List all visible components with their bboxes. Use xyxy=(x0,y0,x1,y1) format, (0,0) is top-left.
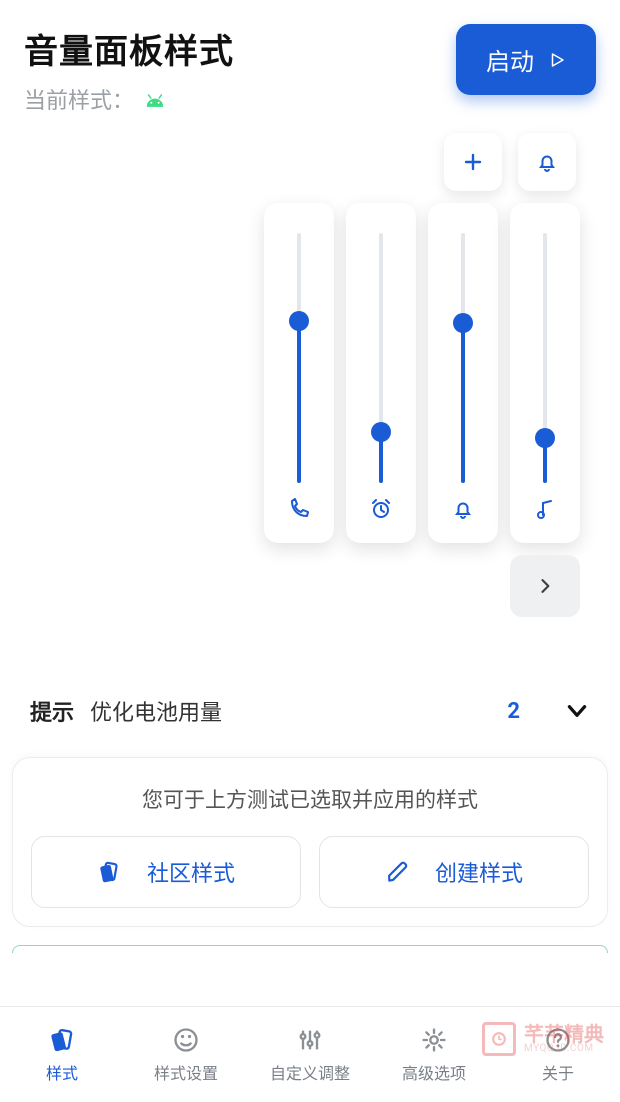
create-style-label: 创建样式 xyxy=(435,856,523,888)
add-button[interactable] xyxy=(444,133,502,191)
ringer-button[interactable] xyxy=(518,133,576,191)
community-styles-label: 社区样式 xyxy=(147,856,235,888)
nav-item-help[interactable]: 关于 xyxy=(496,1007,620,1102)
volume-slider[interactable] xyxy=(510,203,580,543)
volume-slider[interactable] xyxy=(264,203,334,543)
tip-row[interactable]: 提示 优化电池用量 2 xyxy=(0,663,620,749)
tip-count-badge: 2 xyxy=(507,699,520,724)
tip-text: 优化电池用量 xyxy=(90,695,491,727)
nav-item-gear[interactable]: 高级选项 xyxy=(372,1007,496,1102)
nav-label: 样式 xyxy=(46,1060,78,1084)
volume-slider[interactable] xyxy=(428,203,498,543)
bell-icon xyxy=(535,150,559,174)
help-icon xyxy=(544,1026,572,1054)
nav-label: 样式设置 xyxy=(154,1060,218,1084)
current-style-label: 当前样式： xyxy=(24,83,134,115)
community-styles-button[interactable]: 社区样式 xyxy=(31,836,301,908)
palette-icon xyxy=(172,1026,200,1054)
next-card-preview xyxy=(12,945,608,953)
android-icon xyxy=(144,92,166,106)
phone-icon xyxy=(287,491,311,527)
cards-icon xyxy=(97,859,123,885)
page-title: 音量面板样式 xyxy=(24,24,456,73)
launch-button[interactable]: 启动 xyxy=(456,24,596,95)
card-message: 您可于上方测试已选取并应用的样式 xyxy=(31,784,589,814)
nav-label: 高级选项 xyxy=(402,1060,466,1084)
chevron-down-icon xyxy=(564,698,590,724)
expand-button[interactable] xyxy=(510,555,580,617)
nav-item-sliders[interactable]: 自定义调整 xyxy=(248,1007,372,1102)
nav-label: 自定义调整 xyxy=(270,1060,350,1084)
volume-slider[interactable] xyxy=(346,203,416,543)
bottom-nav: 样式 样式设置 自定义调整 高级选项 关于 xyxy=(0,1006,620,1102)
chevron-right-icon xyxy=(535,576,555,596)
alarm-icon xyxy=(369,491,393,527)
styles-icon xyxy=(48,1026,76,1054)
nav-item-styles[interactable]: 样式 xyxy=(0,1007,124,1102)
nav-label: 关于 xyxy=(542,1060,574,1084)
pencil-icon xyxy=(385,859,411,885)
sliders-icon xyxy=(296,1026,324,1054)
music-icon xyxy=(533,491,557,527)
tip-label: 提示 xyxy=(30,695,74,727)
bell-icon xyxy=(451,491,475,527)
info-card: 您可于上方测试已选取并应用的样式 社区样式 创建样式 xyxy=(12,757,608,927)
launch-button-label: 启动 xyxy=(486,42,534,77)
nav-item-palette[interactable]: 样式设置 xyxy=(124,1007,248,1102)
style-preview xyxy=(0,123,620,663)
create-style-button[interactable]: 创建样式 xyxy=(319,836,589,908)
gear-icon xyxy=(420,1026,448,1054)
play-icon xyxy=(548,51,566,69)
add-icon xyxy=(461,150,485,174)
